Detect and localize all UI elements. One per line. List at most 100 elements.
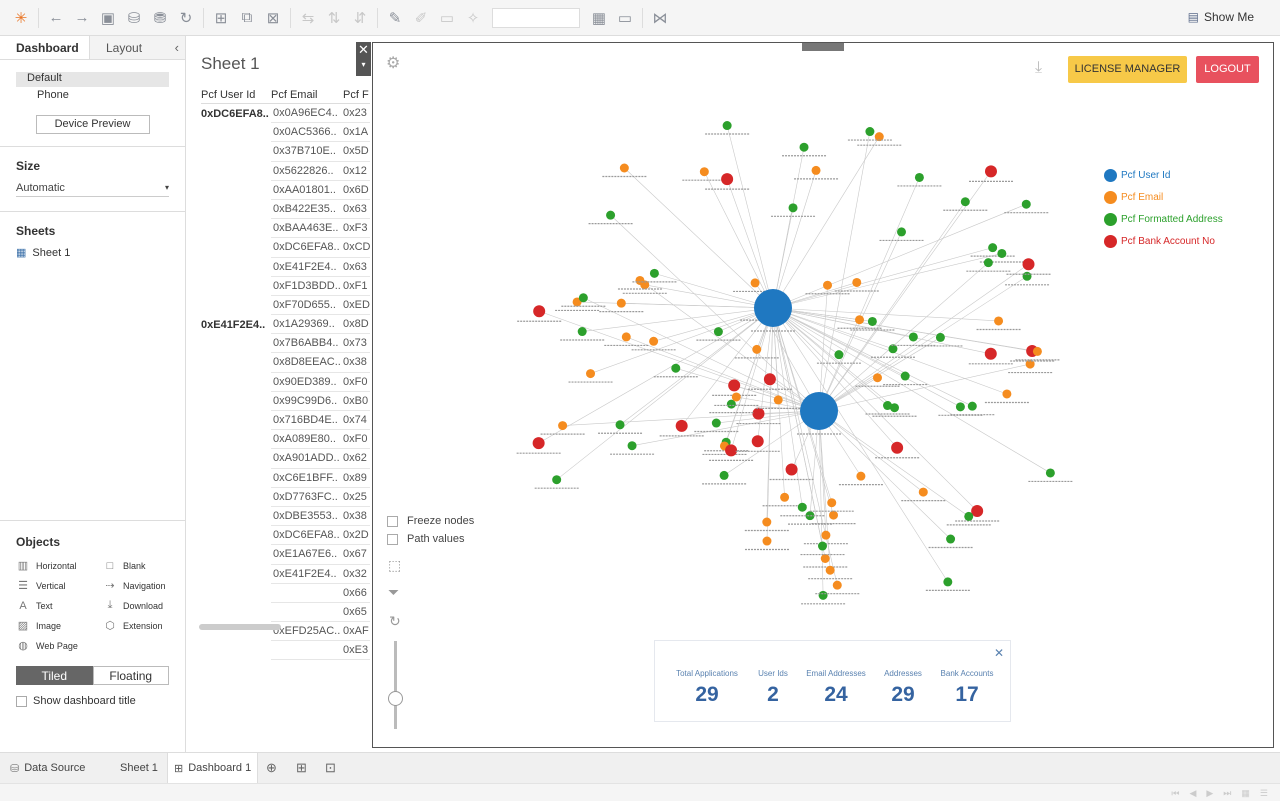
graph-node[interactable] — [1021, 199, 1031, 209]
group-icon[interactable]: ✐ — [408, 5, 434, 31]
device-default[interactable]: Default — [16, 72, 169, 87]
table-row[interactable]: 0xA901ADD.. 0x62 — [201, 449, 370, 469]
graph-node[interactable] — [997, 248, 1007, 258]
legend-item[interactable]: Pcf Email — [1104, 186, 1223, 208]
new-story-icon[interactable]: ⊡ — [325, 760, 336, 776]
table-row[interactable]: 0xF1D3BDD.. 0xF1 — [201, 277, 370, 296]
fit-dropdown[interactable] — [492, 7, 580, 28]
graph-node[interactable] — [852, 277, 862, 287]
graph-node[interactable] — [785, 463, 798, 476]
graph-node[interactable] — [832, 580, 842, 590]
object-web-page[interactable]: ◍ Web Page — [16, 639, 103, 652]
device-phone[interactable]: Phone — [16, 89, 169, 104]
legend-item[interactable]: Pcf Bank Account No — [1104, 230, 1223, 252]
device-preview-button[interactable]: Device Preview — [35, 115, 150, 134]
chevron-down-icon[interactable]: ▾ — [356, 58, 371, 72]
freeze-nodes-checkbox[interactable] — [387, 515, 398, 527]
undo-icon[interactable]: ← — [43, 5, 69, 31]
graph-node[interactable] — [984, 165, 997, 178]
dock-close-control[interactable]: ✕ ▾ — [356, 42, 371, 76]
graph-node[interactable] — [829, 510, 839, 520]
floating-button[interactable]: Floating — [92, 666, 169, 685]
graph-node[interactable] — [914, 172, 924, 182]
graph-node[interactable] — [967, 401, 977, 411]
graph-node[interactable] — [867, 316, 877, 326]
table-row[interactable]: 0xD7763FC.. 0x25 — [201, 488, 370, 507]
graph-node[interactable] — [883, 401, 893, 411]
graph-node[interactable] — [823, 280, 833, 290]
graph-node[interactable] — [750, 278, 760, 288]
horizontal-scrollbar[interactable] — [199, 624, 281, 630]
table-row[interactable]: 0xE1A67E6.. 0x67 — [201, 545, 370, 565]
graph-node[interactable] — [960, 197, 970, 207]
next-page-icon[interactable]: ▶ — [1206, 788, 1213, 799]
table-row[interactable]: 0x37B710E.. 0x5D — [201, 142, 370, 162]
graph-node[interactable] — [856, 471, 866, 481]
table-row[interactable]: 0xDC6EFA8.. 0xCD — [201, 238, 370, 258]
graph-node[interactable] — [817, 541, 827, 551]
graph-node[interactable] — [827, 498, 837, 508]
graph-node[interactable] — [1045, 468, 1055, 478]
graph-node[interactable] — [865, 127, 875, 137]
graph-node[interactable] — [627, 441, 637, 451]
graph-node[interactable] — [649, 268, 659, 278]
graph-node[interactable] — [855, 315, 865, 325]
table-row[interactable]: 0xF70D655.. 0xED — [201, 296, 370, 316]
close-icon[interactable]: ✕ — [356, 42, 371, 58]
table-row[interactable]: 0xE41F2E4.. 0x1A29369.. 0x8D — [201, 315, 370, 335]
legend-item[interactable]: Pcf User Id — [1104, 164, 1223, 186]
graph-node[interactable] — [780, 492, 790, 502]
graph-node[interactable] — [635, 275, 645, 285]
graph-node[interactable] — [558, 421, 568, 431]
table-row[interactable]: 0x0AC5366.. 0x1A — [201, 123, 370, 143]
graph-node[interactable] — [821, 530, 831, 540]
graph-node[interactable] — [955, 402, 965, 412]
graph-node[interactable] — [834, 350, 844, 360]
graph-node[interactable] — [577, 327, 587, 337]
size-dropdown[interactable]: Automatic ▾ — [16, 179, 169, 197]
graph-node[interactable] — [762, 536, 772, 546]
new-dashboard-icon[interactable]: ⊞ — [296, 760, 307, 776]
reset-icon[interactable]: ↻ — [389, 613, 401, 630]
object-extension[interactable]: ⬡ Extension — [103, 619, 183, 632]
graph-node[interactable] — [615, 420, 625, 430]
graph-node[interactable] — [606, 210, 616, 220]
graph-node[interactable] — [811, 165, 821, 175]
table-row[interactable]: 0xDC6EFA8.. 0x2D — [201, 526, 370, 546]
swap-icon[interactable]: ⇆ — [295, 5, 321, 31]
graph-node[interactable] — [825, 565, 835, 575]
table-row[interactable]: 0x65 — [201, 603, 370, 623]
graph-node[interactable] — [725, 444, 738, 457]
zoom-slider-track[interactable] — [394, 641, 397, 729]
graph-node[interactable] — [1022, 271, 1032, 281]
new-worksheet-icon[interactable]: ⊕ — [266, 760, 277, 776]
table-row[interactable]: 0x716BD4E.. 0x74 — [201, 411, 370, 431]
graph-node[interactable] — [983, 258, 993, 268]
table-row[interactable]: 0x7B6ABB4.. 0x73 — [201, 334, 370, 354]
tab-dashboard[interactable]: Dashboard — [0, 36, 90, 59]
labels-icon[interactable]: ▭ — [434, 5, 460, 31]
graph-node[interactable] — [719, 470, 729, 480]
show-cards-icon[interactable]: ▦ — [586, 5, 612, 31]
select-tool-icon[interactable]: ⬚ — [388, 557, 401, 574]
object-navigation[interactable]: ⇢ Navigation — [103, 579, 183, 592]
redo-icon[interactable]: → — [69, 5, 95, 31]
object-image[interactable]: ▨ Image — [16, 619, 103, 632]
graph-node[interactable] — [1002, 389, 1012, 399]
graph-node[interactable] — [752, 407, 765, 420]
graph-node[interactable] — [586, 369, 596, 379]
grid-view-icon[interactable]: ▦ — [1241, 788, 1250, 799]
graph-node[interactable] — [621, 332, 631, 342]
graph-node[interactable] — [713, 327, 723, 337]
graph-node[interactable] — [721, 173, 734, 186]
table-row[interactable]: 0x8D8EEAC.. 0x38 — [201, 353, 370, 373]
graph-node[interactable] — [1032, 346, 1042, 356]
graph-node[interactable] — [943, 577, 953, 587]
graph-node[interactable] — [908, 332, 918, 342]
graph-node[interactable] — [935, 332, 945, 342]
new-data-source-icon[interactable]: ⛁ — [121, 5, 147, 31]
graph-node[interactable] — [578, 293, 588, 303]
graph-node[interactable] — [788, 203, 798, 213]
graph-node[interactable] — [800, 392, 838, 430]
graph-node[interactable] — [711, 418, 721, 428]
